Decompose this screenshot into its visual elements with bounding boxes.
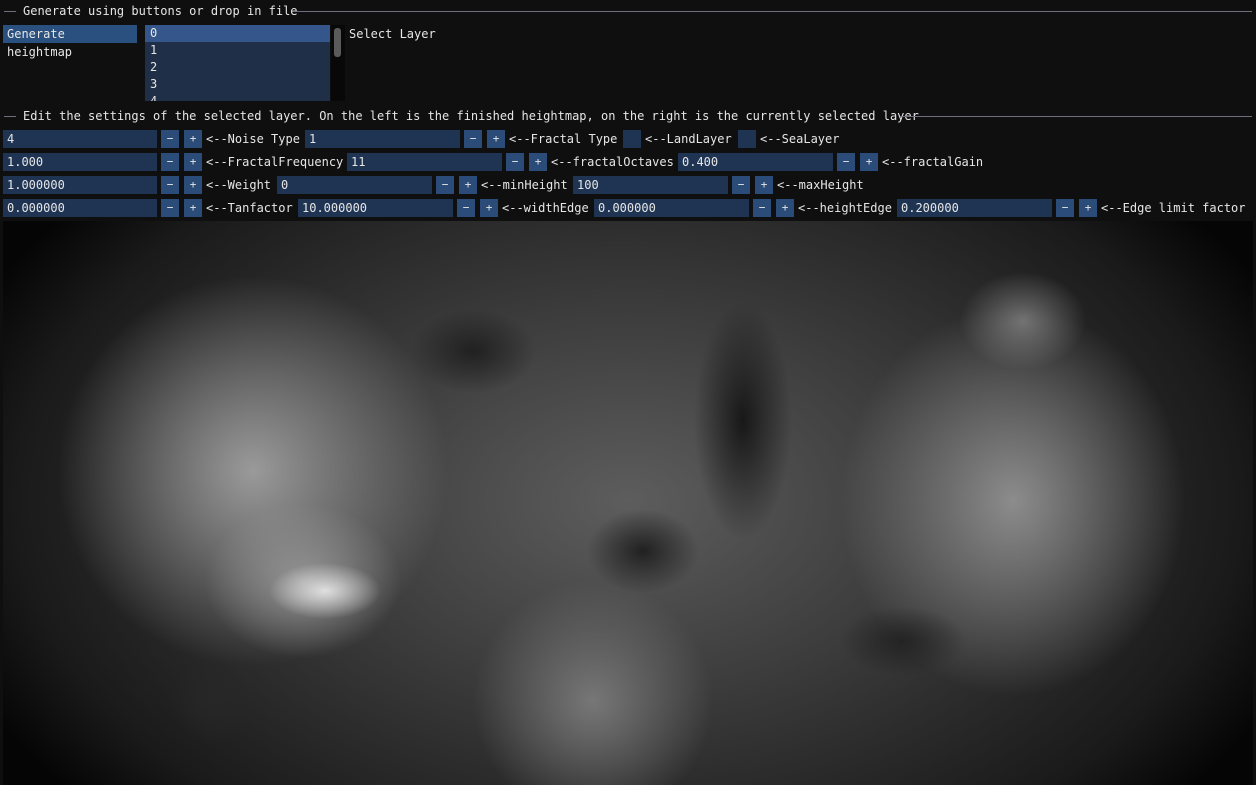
sea-layer-label: <--SeaLayer (760, 132, 840, 146)
sea-layer-checkbox[interactable] (738, 130, 756, 148)
width-edge-decrement-button[interactable]: − (457, 199, 475, 217)
tanfactor-input[interactable]: 0.000000 (3, 199, 157, 217)
layer-list-item[interactable]: 0 (145, 25, 330, 42)
noise-type-input[interactable]: 4 (3, 130, 157, 148)
min-height-label: <--minHeight (481, 178, 568, 192)
fractal-gain-increment-button[interactable]: + (860, 153, 878, 171)
fractal-frequency-label: <--FractalFrequency (206, 155, 344, 169)
fractal-frequency-increment-button[interactable]: + (184, 153, 202, 171)
height-edge-increment-button[interactable]: + (776, 199, 794, 217)
select-layer-label: Select Layer (349, 27, 436, 41)
weight-decrement-button[interactable]: − (161, 176, 179, 194)
layer-listbox[interactable]: 0 1 2 3 4 (145, 25, 330, 101)
weight-input[interactable]: 1.000000 (3, 176, 157, 194)
land-layer-label: <--LandLayer (645, 132, 732, 146)
height-edge-decrement-button[interactable]: − (753, 199, 771, 217)
fractal-octaves-increment-button[interactable]: + (529, 153, 547, 171)
weight-label: <--Weight (206, 178, 272, 192)
section-header-generate-text: Generate using buttons or drop in file (23, 4, 298, 18)
noise-type-increment-button[interactable]: + (184, 130, 202, 148)
min-height-decrement-button[interactable]: − (436, 176, 454, 194)
weight-increment-button[interactable]: + (184, 176, 202, 194)
height-edge-label: <--heightEdge (798, 201, 892, 215)
fractal-gain-label: <--fractalGain (882, 155, 984, 169)
edge-limit-factor-increment-button[interactable]: + (1079, 199, 1097, 217)
width-edge-increment-button[interactable]: + (480, 199, 498, 217)
fractal-octaves-label: <--fractalOctaves (551, 155, 674, 169)
width-edge-label: <--widthEdge (502, 201, 589, 215)
min-height-input[interactable]: 0 (277, 176, 432, 194)
layer-list-item[interactable]: 4 (145, 93, 330, 101)
section-header-generate: Generate using buttons or drop in file (0, 4, 1256, 18)
fractal-gain-input[interactable]: 0.400 (678, 153, 833, 171)
fractal-type-increment-button[interactable]: + (487, 130, 505, 148)
min-height-increment-button[interactable]: + (459, 176, 477, 194)
max-height-label: <--maxHeight (777, 178, 864, 192)
fractal-gain-decrement-button[interactable]: − (837, 153, 855, 171)
max-height-input[interactable]: 100 (573, 176, 728, 194)
generate-heightmap-button[interactable]: Generate heightmap (3, 25, 137, 59)
edge-limit-factor-decrement-button[interactable]: − (1056, 199, 1074, 217)
section-header-settings: Edit the settings of the selected layer.… (0, 109, 1256, 123)
width-edge-input[interactable]: 10.000000 (298, 199, 453, 217)
max-height-increment-button[interactable]: + (755, 176, 773, 194)
noise-type-label: <--Noise Type (206, 132, 300, 146)
heightmap-preview-image (3, 221, 1253, 785)
fractal-type-input[interactable]: 1 (305, 130, 460, 148)
layer-list-scrollbar-thumb[interactable] (334, 28, 341, 57)
fractal-frequency-input[interactable]: 1.000 (3, 153, 157, 171)
layer-list-item[interactable]: 3 (145, 76, 330, 93)
fractal-frequency-decrement-button[interactable]: − (161, 153, 179, 171)
section-header-settings-text: Edit the settings of the selected layer.… (23, 109, 919, 123)
fractal-type-label: <--Fractal Type (509, 132, 618, 146)
layer-list-item[interactable]: 1 (145, 42, 330, 59)
land-layer-checkbox[interactable] (623, 130, 641, 148)
fractal-octaves-decrement-button[interactable]: − (506, 153, 524, 171)
fractal-type-decrement-button[interactable]: − (464, 130, 482, 148)
edge-limit-factor-label: <--Edge limit factor (1101, 201, 1246, 215)
noise-type-decrement-button[interactable]: − (161, 130, 179, 148)
fractal-octaves-input[interactable]: 11 (347, 153, 502, 171)
tanfactor-increment-button[interactable]: + (184, 199, 202, 217)
tanfactor-label: <--Tanfactor (206, 201, 293, 215)
tanfactor-decrement-button[interactable]: − (161, 199, 179, 217)
height-edge-input[interactable]: 0.000000 (594, 199, 749, 217)
edge-limit-factor-input[interactable]: 0.200000 (897, 199, 1052, 217)
layer-list-item[interactable]: 2 (145, 59, 330, 76)
max-height-decrement-button[interactable]: − (732, 176, 750, 194)
